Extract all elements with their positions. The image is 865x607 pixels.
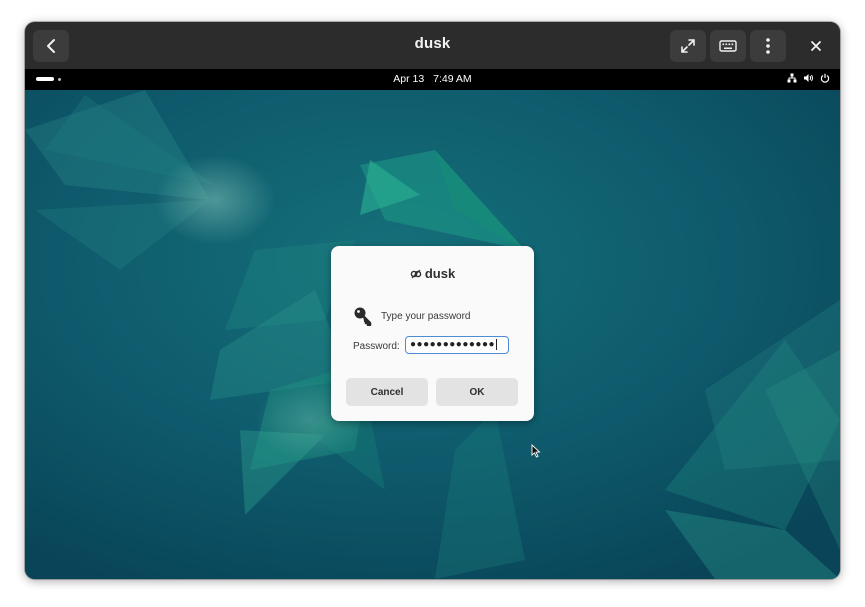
fullscreen-button[interactable] bbox=[670, 30, 706, 62]
dusk-logo-icon bbox=[410, 269, 422, 278]
network-icon bbox=[787, 73, 797, 83]
brand-logo: dusk bbox=[331, 266, 534, 281]
kebab-menu-icon bbox=[766, 38, 770, 54]
brand-name: dusk bbox=[424, 266, 456, 281]
clock-time: 7:49 AM bbox=[433, 73, 472, 85]
password-field[interactable]: ●●●●●●●●●●●●● bbox=[405, 336, 509, 354]
password-dialog: dusk Type your password Password: ●●●●●●… bbox=[331, 246, 534, 421]
gnome-top-bar: Apr 13 7:49 AM bbox=[25, 69, 840, 90]
text-caret bbox=[496, 338, 498, 350]
power-icon bbox=[820, 73, 830, 83]
fullscreen-icon bbox=[681, 39, 695, 53]
clock-date: Apr 13 bbox=[393, 73, 425, 85]
ok-button[interactable]: OK bbox=[436, 378, 518, 406]
close-button[interactable] bbox=[800, 30, 832, 62]
mouse-pointer-icon bbox=[531, 444, 541, 458]
volume-icon bbox=[804, 74, 813, 82]
clock[interactable]: Apr 13 7:49 AM bbox=[25, 73, 840, 85]
vm-window: dusk Apr 13 7:49 AM dusk Type your passw… bbox=[25, 22, 840, 579]
prompt-text: Type your password bbox=[381, 310, 471, 322]
keyboard-button[interactable] bbox=[710, 30, 746, 62]
desktop-wallpaper: dusk Type your password Password: ●●●●●●… bbox=[25, 90, 840, 579]
keyboard-icon bbox=[719, 40, 737, 52]
prompt-row: Type your password bbox=[353, 306, 471, 326]
close-icon bbox=[811, 41, 821, 51]
menu-button[interactable] bbox=[750, 30, 786, 62]
password-value: ●●●●●●●●●●●●● bbox=[410, 339, 496, 350]
password-label: Password: bbox=[353, 341, 400, 352]
key-icon bbox=[354, 307, 372, 326]
system-menu[interactable] bbox=[787, 73, 830, 83]
cancel-button[interactable]: Cancel bbox=[346, 378, 428, 406]
header-bar: dusk bbox=[25, 22, 840, 69]
